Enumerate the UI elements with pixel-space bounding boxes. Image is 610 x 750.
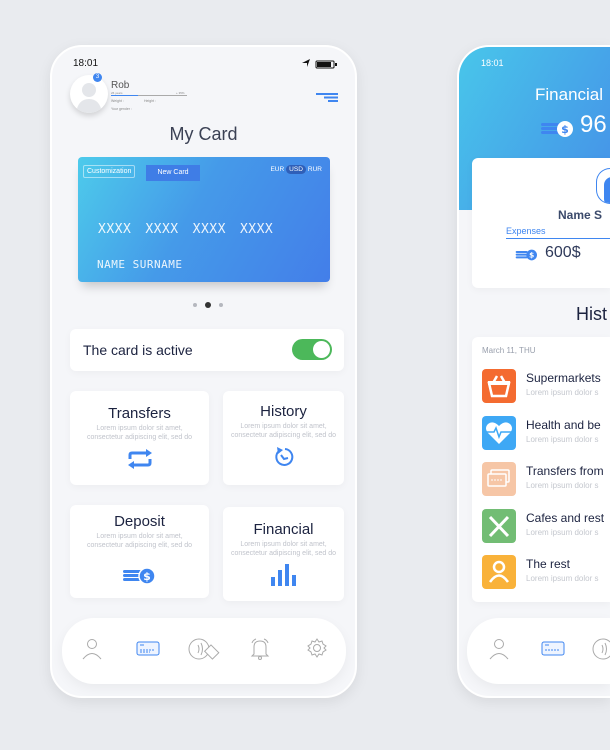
card-active-label: The card is active — [83, 342, 193, 358]
phone-financial: 18:01 Financial $ 96 Name S Expenses $ 6… — [457, 45, 610, 698]
card-icon[interactable] — [541, 641, 565, 657]
carousel-dots — [193, 302, 223, 308]
bell-icon[interactable] — [250, 638, 270, 660]
history-icon — [274, 447, 293, 466]
bottom-nav — [62, 618, 346, 684]
bar-chart-icon — [270, 564, 296, 586]
history-item-title: Supermarkets — [526, 371, 601, 385]
expenses-underline — [506, 238, 610, 239]
currency-rur[interactable]: RUR — [308, 166, 322, 173]
tile-transfers[interactable]: Transfers Lorem ipsum dolor sit amet, co… — [70, 391, 209, 485]
notification-badge: 3 — [93, 73, 102, 82]
carousel-dot-active[interactable] — [205, 302, 211, 308]
currency-selector: EUR USD RUR — [270, 165, 322, 174]
page-title: My Card — [169, 124, 238, 144]
tile-deposit[interactable]: Deposit Lorem ipsum dolor sit amet, cons… — [70, 505, 209, 598]
status-icons — [302, 59, 337, 69]
status-time: 18:01 — [481, 58, 504, 68]
carousel-dot[interactable] — [219, 303, 223, 307]
expenses-label: Expenses — [506, 226, 546, 236]
balance-value: 96 — [580, 111, 607, 138]
phone-my-card: 18:01 3 Rob 26 years + 35% Weight : Heig… — [50, 45, 357, 698]
history-title: Hist — [576, 304, 607, 324]
gear-icon[interactable] — [307, 638, 327, 658]
profile-card: Name S Expenses $ 600$ — [472, 158, 610, 288]
user-icon[interactable] — [82, 638, 102, 660]
coins-icon: $ — [515, 249, 537, 261]
avatar[interactable] — [70, 75, 108, 113]
new-card-button[interactable]: New Card — [146, 165, 200, 181]
history-item-desc: Lorem ipsum dolor s — [526, 434, 599, 444]
tile-title: Transfers — [108, 405, 171, 422]
history-list: March 11, THU Supermarkets Lorem ipsum d… — [472, 337, 610, 602]
history-item-title: Cafes and rest — [526, 510, 605, 525]
history-item-title: Health and be — [526, 417, 601, 432]
history-item-title: Transfers from — [526, 464, 604, 478]
card-number-group: XXXX — [192, 222, 226, 237]
history-item[interactable]: Supermarkets Lorem ipsum dolor s — [482, 369, 610, 405]
tile-history[interactable]: History Lorem ipsum dolor sit amet, cons… — [223, 391, 344, 485]
card-active-toggle[interactable] — [292, 339, 332, 360]
tile-desc: Lorem ipsum dolor sit amet, consectetur … — [86, 533, 193, 549]
history-item-desc: Lorem ipsum dolor s — [526, 481, 599, 490]
history-item-title: The rest — [526, 557, 571, 571]
card-icon[interactable] — [136, 641, 160, 657]
page-title: Financial — [535, 85, 604, 104]
tile-title: History — [260, 403, 307, 420]
person-icon — [482, 555, 516, 589]
history-item[interactable]: Cafes and rest Lorem ipsum dolor s — [482, 508, 610, 545]
status-time: 18:01 — [73, 58, 99, 69]
cutlery-icon — [482, 508, 516, 543]
contactless-icon[interactable] — [188, 638, 220, 660]
tile-desc: Lorem ipsum dolor sit amet, consectetur … — [230, 541, 337, 557]
menu-icon[interactable] — [316, 93, 340, 102]
bank-card[interactable]: Customization New Card EUR USD RUR XXXX X… — [78, 157, 330, 282]
cards-icon — [482, 462, 516, 496]
tile-desc: Lorem ipsum dolor sit amet, consectetur … — [230, 423, 337, 439]
history-item-desc: Lorem ipsum dolor s — [526, 527, 599, 537]
coins-icon: $ — [122, 567, 156, 585]
card-holder: NAME SURNAME — [97, 258, 183, 271]
repeat-icon — [127, 449, 152, 469]
tile-financial[interactable]: Financial Lorem ipsum dolor sit amet, co… — [223, 507, 344, 601]
heart-pulse-icon — [482, 415, 516, 450]
history-item[interactable]: Transfers from Lorem ipsum dolor s — [482, 462, 610, 498]
height-label: Height : — [144, 99, 157, 103]
svg-text:$: $ — [561, 123, 569, 136]
basket-icon — [482, 369, 516, 403]
svg-text:$: $ — [529, 251, 534, 260]
avatar-silhouette-icon — [76, 83, 102, 113]
svg-text:$: $ — [143, 570, 151, 583]
history-date: March 11, THU — [482, 346, 536, 355]
coins-icon: $ — [541, 121, 573, 137]
gender-label: Your gender : — [111, 107, 132, 111]
avatar[interactable] — [596, 168, 610, 204]
history-item-desc: Lorem ipsum dolor s — [526, 574, 599, 583]
carousel-dot[interactable] — [193, 303, 197, 307]
weight-label: Weight : — [111, 99, 124, 103]
tile-title: Deposit — [114, 513, 165, 530]
card-number-group: XXXX — [239, 222, 274, 237]
history-item[interactable]: The rest Lorem ipsum dolor s — [482, 555, 610, 591]
currency-eur[interactable]: EUR — [270, 166, 284, 173]
expenses-value: 600$ — [545, 244, 581, 261]
card-number: XXXX XXXX XXXX XXXX — [98, 222, 273, 237]
history-item-desc: Lorem ipsum dolor s — [526, 388, 599, 397]
tile-desc: Lorem ipsum dolor sit amet, consectetur … — [86, 425, 193, 441]
card-number-group: XXXX — [98, 222, 132, 237]
history-item[interactable]: Health and be Lorem ipsum dolor s — [482, 415, 610, 452]
profile-progress-bar — [111, 95, 187, 96]
tile-title: Financial — [253, 521, 314, 538]
user-icon[interactable] — [489, 638, 509, 660]
bottom-nav — [467, 618, 610, 684]
card-number-group: XXXX — [145, 222, 179, 237]
contactless-icon[interactable] — [592, 638, 610, 660]
profile-name: Name S — [558, 208, 603, 222]
profile-name: Rob — [111, 80, 130, 91]
card-active-row: The card is active — [70, 329, 344, 371]
customization-button[interactable]: Customization — [83, 165, 136, 178]
currency-usd[interactable]: USD — [286, 165, 306, 174]
